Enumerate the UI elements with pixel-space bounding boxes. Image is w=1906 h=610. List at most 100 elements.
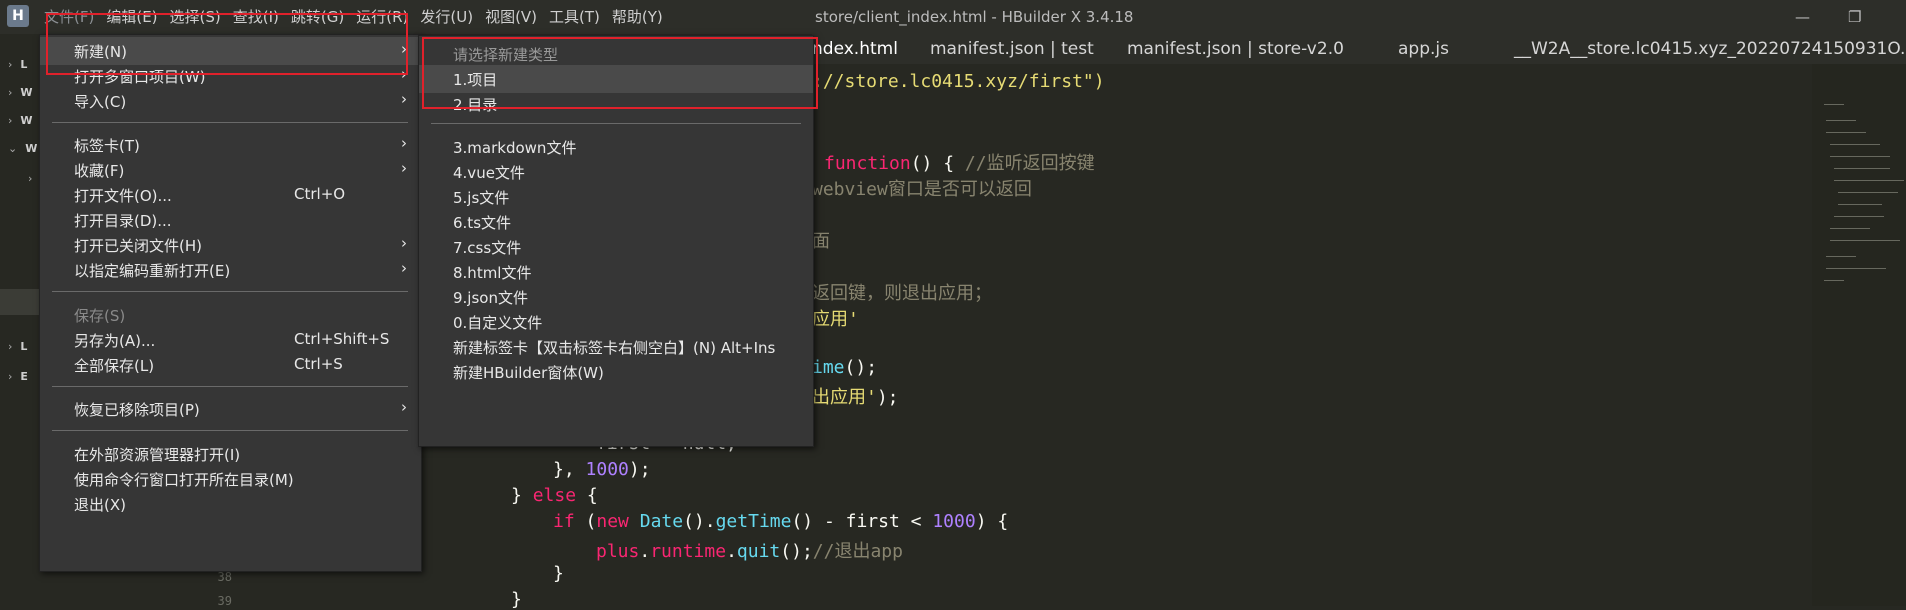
menu-item-new-js[interactable]: 5.js文件 xyxy=(419,183,813,211)
tree-row-letter: L xyxy=(20,340,28,353)
minimize-button[interactable]: — xyxy=(1795,8,1810,26)
code-line: } xyxy=(511,589,522,610)
menu-item-import[interactable]: 导入(C) › xyxy=(40,87,421,115)
menu-item-restore-removed[interactable]: 恢复已移除项目(P) › xyxy=(40,395,421,423)
menu-item-new-custom[interactable]: 0.自定义文件 xyxy=(419,308,813,336)
menu-view[interactable]: 视图(V) xyxy=(479,0,543,34)
title-bar: H 文件(F) 编辑(E) 选择(S) 查找(I) 跳转(G) 运行(R) 发行… xyxy=(0,0,1906,34)
menu-item-open-cmd[interactable]: 使用命令行窗口打开所在目录(M) xyxy=(40,465,421,493)
menu-item-open-closed[interactable]: 打开已关闭文件(H) › xyxy=(40,231,421,259)
file-menu: 新建(N) › 打开多窗口项目(W) › 导入(C) › 标签卡(T) › 收藏(F) ›… xyxy=(39,34,422,572)
editor-tab-bar: ndex.html manifest.json | test manifest.… xyxy=(812,34,1906,64)
tree-row[interactable]: › E xyxy=(8,370,28,383)
menu-item-new-vue[interactable]: 4.vue文件 xyxy=(419,158,813,186)
chevron-right-icon: › xyxy=(401,90,407,108)
menu-item-exit[interactable]: 退出(X) xyxy=(40,490,421,518)
chevron-right-icon: › xyxy=(401,40,407,58)
project-tree: › L › W › W ⌄ W › › L › E xyxy=(0,34,40,606)
menu-tools[interactable]: 工具(T) xyxy=(543,0,606,34)
code-line: } else { xyxy=(511,485,598,506)
chevron-right-icon: › xyxy=(401,159,407,177)
chevron-right-icon: › xyxy=(8,370,13,383)
menu-publish[interactable]: 发行(U) xyxy=(414,0,479,34)
chevron-right-icon: › xyxy=(8,114,13,127)
menu-run[interactable]: 运行(R) xyxy=(350,0,414,34)
menu-item-open-dir[interactable]: 打开目录(D)... xyxy=(40,206,421,234)
tab-manifest-store[interactable]: manifest.json | store-v2.0 xyxy=(1127,34,1344,64)
tree-row-letter: W xyxy=(20,86,33,99)
menu-item-new-json[interactable]: 9.json文件 xyxy=(419,283,813,311)
menu-select[interactable]: 选择(S) xyxy=(164,0,227,34)
menu-item-new-ts[interactable]: 6.ts文件 xyxy=(419,208,813,236)
code-line: 出应用'); xyxy=(812,387,899,408)
tree-row-selected xyxy=(0,289,40,315)
chevron-right-icon: › xyxy=(401,398,407,416)
menu-item-new-markdown[interactable]: 3.markdown文件 xyxy=(419,133,813,161)
menu-item-new-tab[interactable]: 新建标签卡【双击标签卡右侧空白】(N) Alt+Ins xyxy=(419,333,813,361)
tree-row[interactable]: ⌄ W xyxy=(8,142,37,155)
chevron-right-icon: › xyxy=(28,172,33,185)
menu-item-open-multi-window[interactable]: 打开多窗口项目(W) › xyxy=(40,62,421,90)
tab-w2a-store[interactable]: __W2A__store.lc0415.xyz_20220724150931O.… xyxy=(1514,34,1906,64)
menu-item-new-css[interactable]: 7.css文件 xyxy=(419,233,813,261)
shortcut-label: Ctrl+Shift+S xyxy=(294,330,390,348)
menu-divider xyxy=(52,122,408,123)
code-line: function() { //监听返回按键 xyxy=(824,153,1095,174)
chevron-right-icon: › xyxy=(8,340,13,353)
maximize-button[interactable]: ❐ xyxy=(1848,8,1861,26)
menu-edit[interactable]: 编辑(E) xyxy=(100,0,163,34)
menu-goto[interactable]: 跳转(G) xyxy=(285,0,350,34)
tree-row[interactable]: › xyxy=(28,172,32,185)
tree-row-letter: E xyxy=(20,370,28,383)
menu-item-favorites[interactable]: 收藏(F) › xyxy=(40,156,421,184)
menu-item-new[interactable]: 新建(N) › xyxy=(40,37,421,65)
chevron-down-icon: ⌄ xyxy=(8,142,18,155)
menu-file[interactable]: 文件(F) xyxy=(38,0,100,34)
menu-item-new-html[interactable]: 8.html文件 xyxy=(419,258,813,286)
code-line: 面 xyxy=(812,231,830,252)
tree-row[interactable]: › W xyxy=(8,114,33,127)
tree-row-letter: L xyxy=(20,58,28,71)
menu-divider xyxy=(431,123,801,124)
menu-help[interactable]: 帮助(Y) xyxy=(606,0,669,34)
shortcut-label: Ctrl+S xyxy=(294,355,343,373)
line-number: 38 xyxy=(217,570,232,584)
tab-manifest-test[interactable]: manifest.json | test xyxy=(930,34,1094,64)
menu-find[interactable]: 查找(I) xyxy=(227,0,285,34)
code-line: 应用' xyxy=(812,309,859,330)
code-line: }, 1000); xyxy=(553,459,651,480)
code-line: ://store.lc0415.xyz/first") xyxy=(812,71,1105,92)
code-line: ime(); xyxy=(812,357,878,378)
code-line: 返回键，则退出应用； xyxy=(812,283,992,304)
tab-app-js[interactable]: app.js xyxy=(1398,34,1449,64)
tree-row[interactable]: › L xyxy=(8,58,27,71)
menu-item-new-window[interactable]: 新建HBuilder窗体(W) xyxy=(419,358,813,386)
menu-item-new-directory[interactable]: 2.目录 xyxy=(419,90,813,118)
code-line: if (new Date().getTime() - first < 1000)… xyxy=(553,511,1009,532)
window-title: store/client_index.html - HBuilder X 3.4… xyxy=(815,8,1134,26)
code-line: webview窗口是否可以返回 xyxy=(812,179,1032,200)
menu-bar: 文件(F) 编辑(E) 选择(S) 查找(I) 跳转(G) 运行(R) 发行(U… xyxy=(38,0,669,34)
new-submenu: 请选择新建类型 1.项目 2.目录 3.markdown文件 4.vue文件 5… xyxy=(418,35,814,447)
menu-item-save-as[interactable]: 另存为(A)... Ctrl+Shift+S xyxy=(40,326,421,354)
code-minimap[interactable] xyxy=(1812,64,1906,606)
menu-divider xyxy=(52,430,408,431)
menu-divider xyxy=(52,386,408,387)
menu-item-reopen-encoding[interactable]: 以指定编码重新打开(E) › xyxy=(40,256,421,284)
menu-item-save-all[interactable]: 全部保存(L) Ctrl+S xyxy=(40,351,421,379)
code-line: plus.runtime.quit();//退出app xyxy=(596,541,903,562)
chevron-right-icon: › xyxy=(401,234,407,252)
tab-client-index-html[interactable]: ndex.html xyxy=(812,34,898,64)
menu-item-tab-card[interactable]: 标签卡(T) › xyxy=(40,131,421,159)
hbuilder-logo-icon: H xyxy=(7,5,29,27)
shortcut-label: Ctrl+O xyxy=(294,185,346,203)
code-line: } xyxy=(553,563,564,584)
tree-row[interactable]: › L xyxy=(8,340,27,353)
menu-item-open-file[interactable]: 打开文件(O)... Ctrl+O xyxy=(40,181,421,209)
chevron-right-icon: › xyxy=(401,65,407,83)
menu-item-save: 保存(S) xyxy=(74,307,126,325)
menu-item-open-external[interactable]: 在外部资源管理器打开(I) xyxy=(40,440,421,468)
tree-row[interactable]: › W xyxy=(8,86,33,99)
menu-item-new-project[interactable]: 1.项目 xyxy=(419,65,813,93)
tree-row-letter: W xyxy=(20,114,33,127)
